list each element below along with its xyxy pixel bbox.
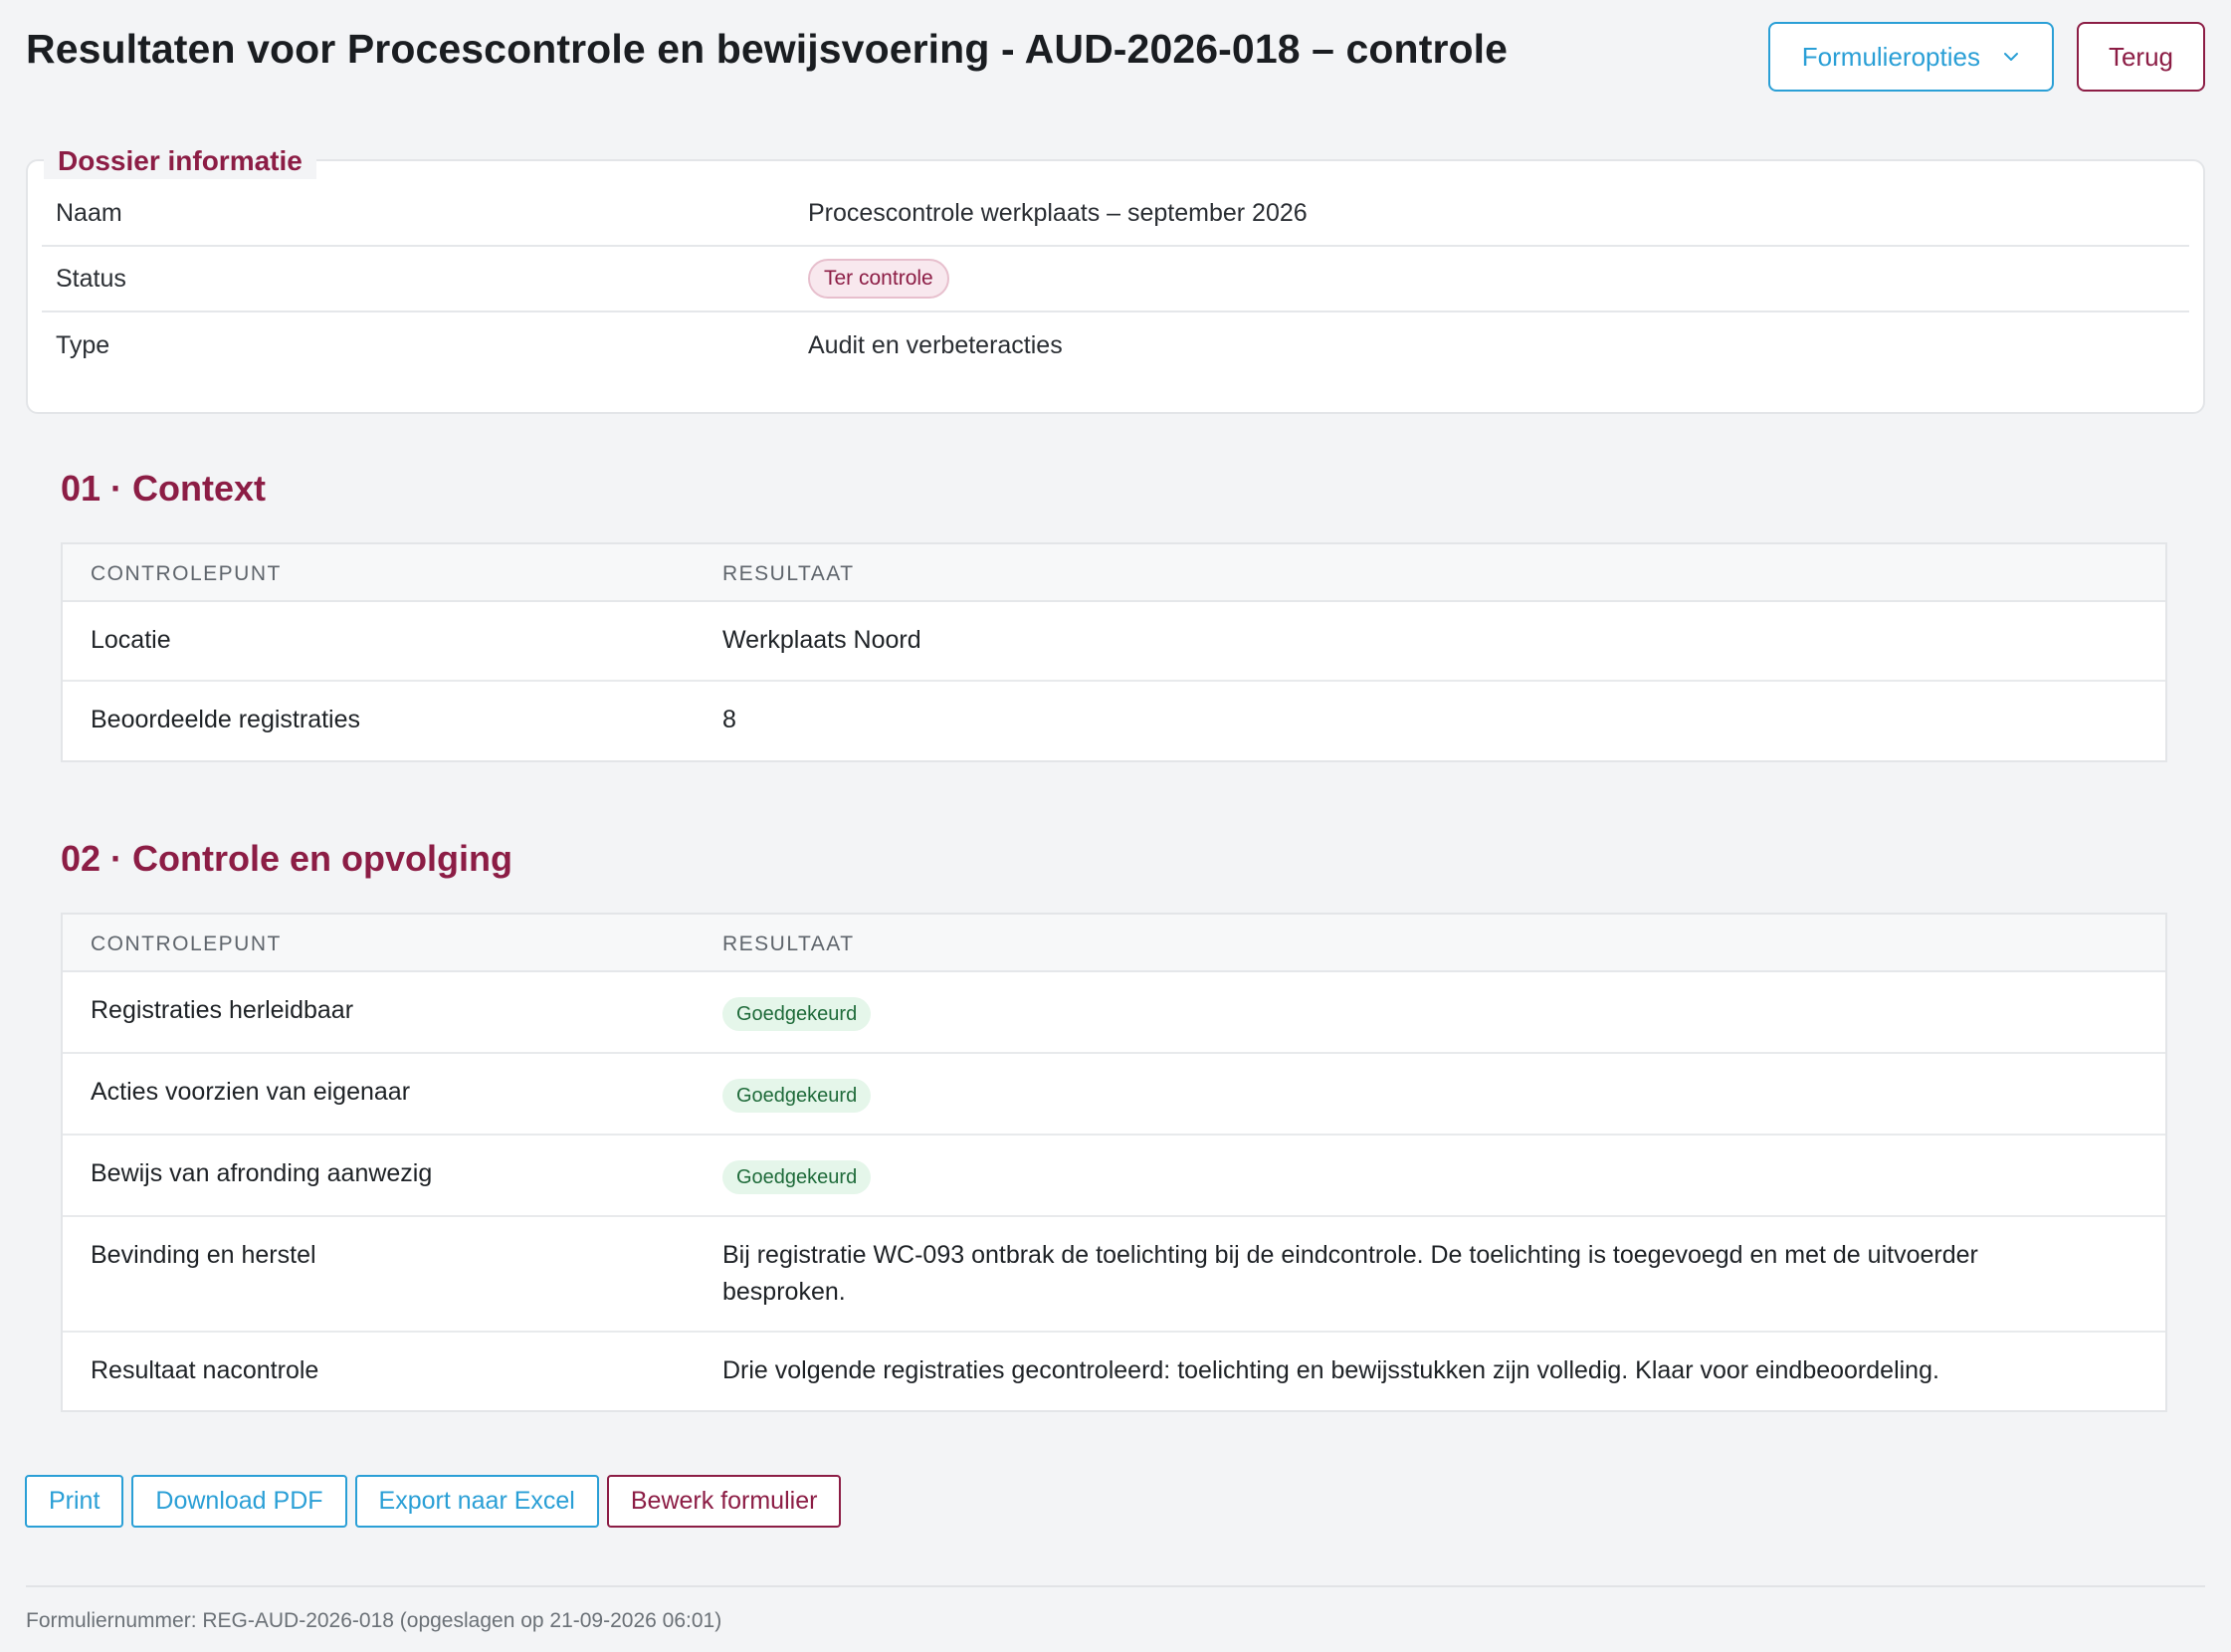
print-button[interactable]: Print xyxy=(25,1475,124,1528)
edit-form-button[interactable]: Bewerk formulier xyxy=(606,1475,842,1528)
row-point: Registraties herleidbaar xyxy=(91,996,354,1024)
table-row: Registraties herleidbaar Goedgekeurd xyxy=(63,972,2165,1054)
row-point: Locatie xyxy=(91,626,171,654)
row-result: Drie volgende registraties gecontroleerd… xyxy=(722,1356,1939,1384)
dossier-key: Type xyxy=(56,330,110,359)
dossier-legend: Dossier informatie xyxy=(44,143,316,179)
header-actions: Formulieropties Terug xyxy=(1767,22,2205,92)
table-row: Locatie Werkplaats Noord xyxy=(63,602,2165,682)
row-point: Beoordeelde registraties xyxy=(91,706,360,733)
row-point: Bewijs van afronding aanwezig xyxy=(91,1159,433,1187)
table-row: Beoordeelde registraties 8 xyxy=(63,682,2165,760)
footer-divider xyxy=(26,1585,2205,1587)
approved-badge: Goedgekeurd xyxy=(722,997,872,1031)
table-header: CONTROLEPUNT RESULTAAT xyxy=(63,915,2165,972)
row-point: Resultaat nacontrole xyxy=(91,1356,319,1384)
dossier-row-status: Status Ter controle xyxy=(42,247,2189,312)
approved-badge: Goedgekeurd xyxy=(722,1079,872,1113)
form-options-dropdown[interactable]: Formulieropties xyxy=(1767,22,2054,92)
back-button[interactable]: Terug xyxy=(2076,22,2205,92)
page-title: Resultaten voor Procescontrole en bewijs… xyxy=(26,26,1509,72)
download-pdf-button[interactable]: Download PDF xyxy=(131,1475,347,1528)
row-point: Acties voorzien van eigenaar xyxy=(91,1078,411,1106)
row-result: Bij registratie WC-093 ontbrak de toelic… xyxy=(722,1241,1978,1306)
controle-table: CONTROLEPUNT RESULTAAT Registraties herl… xyxy=(61,913,2167,1412)
dossier-info-card: Dossier informatie Naam Procescontrole w… xyxy=(26,143,2205,414)
dossier-key: Status xyxy=(56,264,126,293)
table-header: CONTROLEPUNT RESULTAAT xyxy=(63,544,2165,602)
section-title-context: 01 · Context xyxy=(61,468,267,509)
row-result: Werkplaats Noord xyxy=(722,626,921,654)
column-header-controlepunt: CONTROLEPUNT xyxy=(91,562,282,585)
approved-badge: Goedgekeurd xyxy=(722,1160,872,1194)
dossier-row-type: Type Audit en verbeteracties xyxy=(42,312,2189,378)
column-header-controlepunt: CONTROLEPUNT xyxy=(91,932,282,955)
table-row: Resultaat nacontrole Drie volgende regis… xyxy=(63,1333,2165,1410)
form-number-footer: Formuliernummer: REG-AUD-2026-018 (opges… xyxy=(26,1609,722,1632)
section-title-controle: 02 · Controle en opvolging xyxy=(61,838,513,879)
dossier-row-naam: Naam Procescontrole werkplaats – septemb… xyxy=(42,181,2189,247)
context-table: CONTROLEPUNT RESULTAAT Locatie Werkplaat… xyxy=(61,542,2167,762)
chevron-down-icon xyxy=(2003,53,2018,61)
row-result: Goedgekeurd xyxy=(722,1157,2046,1194)
dossier-value: Ter controle xyxy=(808,259,949,299)
dossier-value: Procescontrole werkplaats – september 20… xyxy=(808,198,1308,227)
page: Resultaten voor Procescontrole en bewijs… xyxy=(0,0,2231,1652)
action-bar: Print Download PDF Export naar Excel Bew… xyxy=(25,1475,842,1528)
column-header-resultaat: RESULTAAT xyxy=(722,562,855,585)
row-result: Goedgekeurd xyxy=(722,1076,2046,1113)
row-result: Goedgekeurd xyxy=(722,994,2046,1031)
column-header-resultaat: RESULTAAT xyxy=(722,932,855,955)
table-row: Bevinding en herstel Bij registratie WC-… xyxy=(63,1217,2165,1333)
page-header: Resultaten voor Procescontrole en bewijs… xyxy=(26,20,2205,96)
row-result: 8 xyxy=(722,706,736,733)
table-row: Bewijs van afronding aanwezig Goedgekeur… xyxy=(63,1136,2165,1217)
status-badge: Ter controle xyxy=(808,259,949,299)
form-options-label: Formulieropties xyxy=(1801,41,1980,72)
export-excel-button[interactable]: Export naar Excel xyxy=(354,1475,599,1528)
dossier-key: Naam xyxy=(56,198,122,227)
table-row: Acties voorzien van eigenaar Goedgekeurd xyxy=(63,1054,2165,1136)
dossier-value: Audit en verbeteracties xyxy=(808,330,1063,359)
row-point: Bevinding en herstel xyxy=(91,1241,316,1269)
